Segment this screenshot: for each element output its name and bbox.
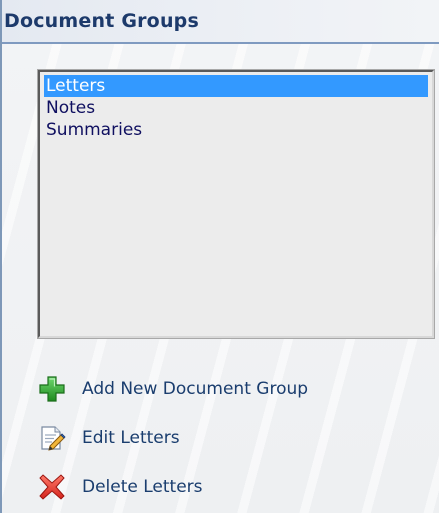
panel-title: Document Groups: [4, 10, 199, 32]
edit-document-icon: [38, 424, 66, 452]
list-item-summaries[interactable]: Summaries: [44, 119, 428, 141]
panel-header: Document Groups: [2, 0, 439, 44]
list-item-notes[interactable]: Notes: [44, 97, 428, 119]
delete-x-icon: [38, 473, 66, 501]
document-groups-panel: Document Groups Letters Notes Summaries …: [0, 0, 439, 513]
plus-icon: [38, 375, 66, 403]
add-new-document-group-link[interactable]: Add New Document Group: [38, 374, 308, 404]
list-item-letters[interactable]: Letters: [44, 75, 428, 97]
edit-letters-label: Edit Letters: [82, 428, 180, 448]
edit-letters-link[interactable]: Edit Letters: [38, 423, 180, 453]
delete-letters-link[interactable]: Delete Letters: [38, 472, 203, 502]
add-new-document-group-label: Add New Document Group: [82, 379, 309, 399]
document-groups-listbox[interactable]: Letters Notes Summaries: [37, 69, 435, 339]
delete-letters-label: Delete Letters: [82, 477, 203, 497]
